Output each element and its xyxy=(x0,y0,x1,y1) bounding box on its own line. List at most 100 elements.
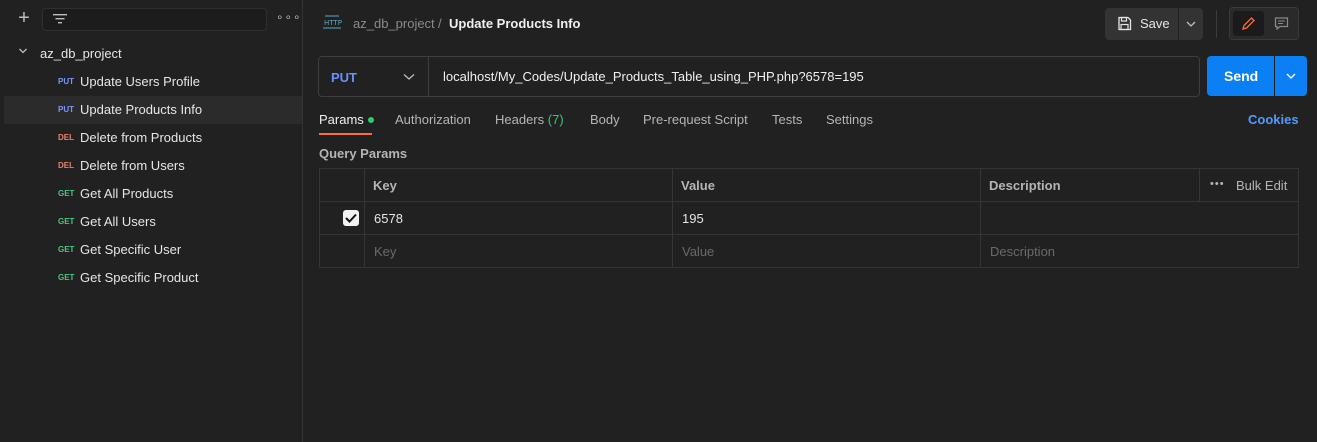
send-dropdown-button[interactable] xyxy=(1275,56,1307,96)
sidebar-request-label: Update Users Profile xyxy=(80,74,200,89)
table-header-row: Key Value Description ••• Bulk Edit xyxy=(320,169,1298,202)
comment-icon xyxy=(1274,17,1289,31)
save-icon xyxy=(1118,16,1132,31)
pencil-icon xyxy=(1242,17,1255,30)
header-description: Description xyxy=(981,169,1200,201)
breadcrumb-separator: / xyxy=(438,16,442,31)
more-options-icon[interactable]: ∘∘∘ xyxy=(276,10,302,24)
table-row-empty: Key Value Description xyxy=(320,235,1298,268)
method-badge: DEL xyxy=(58,161,74,170)
query-params-title: Query Params xyxy=(319,146,408,161)
header-key: Key xyxy=(365,169,673,201)
sidebar-request-label: Delete from Users xyxy=(80,158,185,173)
active-tab-underline xyxy=(319,133,372,135)
save-label: Save xyxy=(1140,16,1170,31)
tab-settings[interactable]: Settings xyxy=(826,112,873,127)
method-select[interactable]: PUT xyxy=(319,57,429,96)
bulk-edit-button[interactable]: Bulk Edit xyxy=(1236,178,1287,193)
new-value-cell[interactable]: Value xyxy=(673,235,981,267)
tab-authorization[interactable]: Authorization xyxy=(395,112,471,127)
page-title[interactable]: Update Products Info xyxy=(449,16,580,31)
description-placeholder[interactable]: Description xyxy=(990,244,1055,259)
save-dropdown-button[interactable] xyxy=(1179,8,1203,40)
header-description-label: Description xyxy=(989,178,1061,193)
sidebar-request-item[interactable]: DEL Delete from Users xyxy=(4,152,302,180)
tab-headers[interactable]: Headers (7) xyxy=(495,112,564,127)
breadcrumb-parent[interactable]: az_db_project xyxy=(353,16,435,31)
comments-mode-button[interactable] xyxy=(1266,11,1297,36)
tab-params[interactable]: Params xyxy=(319,112,374,127)
sidebar-request-item[interactable]: GET Get Specific Product xyxy=(4,264,302,292)
method-label: PUT xyxy=(331,70,357,85)
headers-count: (7) xyxy=(547,112,564,127)
more-options-icon[interactable]: ••• xyxy=(1210,178,1225,190)
query-params-table: Key Value Description ••• Bulk Edit 6578… xyxy=(319,168,1299,268)
header-key-label: Key xyxy=(373,178,397,193)
sidebar-request-item[interactable]: PUT Update Users Profile xyxy=(4,68,302,96)
param-value[interactable]: 195 xyxy=(682,211,704,226)
method-badge: GET xyxy=(58,273,75,282)
new-key-cell[interactable]: Key xyxy=(365,235,673,267)
sidebar-request-item[interactable]: PUT Update Products Info xyxy=(4,96,302,124)
http-icon: HTTP xyxy=(323,15,342,29)
method-badge: DEL xyxy=(58,133,74,142)
tab-pre-request-script[interactable]: Pre-request Script xyxy=(643,112,748,127)
check-icon xyxy=(345,213,357,223)
url-bar: PUT localhost/My_Codes/Update_Products_T… xyxy=(318,56,1200,97)
sidebar-request-label: Get All Products xyxy=(80,186,174,201)
method-badge: GET xyxy=(58,217,75,226)
collection-name: az_db_project xyxy=(40,46,122,61)
add-icon[interactable]: + xyxy=(16,8,32,28)
header-check-cell xyxy=(320,169,365,201)
edit-mode-button[interactable] xyxy=(1233,11,1264,36)
send-button[interactable]: Send xyxy=(1207,56,1274,96)
sidebar-request-label: Get All Users xyxy=(80,214,156,229)
sidebar-toolbar: + ∘∘∘ xyxy=(0,0,302,38)
chevron-down-icon xyxy=(1186,21,1196,27)
filter-icon[interactable] xyxy=(52,12,68,26)
sidebar-request-label: Get Specific User xyxy=(80,242,182,257)
header-value: Value xyxy=(673,169,981,201)
sidebar-request-label: Get Specific Product xyxy=(80,270,199,285)
method-badge: PUT xyxy=(58,105,74,114)
header-value-label: Value xyxy=(681,178,715,193)
params-indicator-dot xyxy=(367,117,374,123)
svg-text:HTTP: HTTP xyxy=(324,19,342,27)
collection-item[interactable]: az_db_project xyxy=(0,42,302,66)
sidebar-request-item[interactable]: GET Get Specific User xyxy=(4,236,302,264)
row-check-cell xyxy=(320,235,365,267)
param-key-cell[interactable]: 6578 xyxy=(365,202,673,234)
param-value-cell[interactable]: 195 xyxy=(673,202,981,234)
param-checkbox[interactable] xyxy=(343,210,359,226)
mode-toggle-group xyxy=(1229,7,1299,40)
method-badge: GET xyxy=(58,189,75,198)
sidebar-request-item[interactable]: GET Get All Products xyxy=(4,180,302,208)
method-badge: GET xyxy=(58,245,75,254)
chevron-down-icon xyxy=(403,74,415,80)
chevron-down-icon xyxy=(1286,73,1296,79)
url-input[interactable]: localhost/My_Codes/Update_Products_Table… xyxy=(443,69,864,84)
key-placeholder[interactable]: Key xyxy=(374,244,396,259)
tab-body[interactable]: Body xyxy=(590,112,620,127)
row-check-cell xyxy=(320,202,365,234)
method-badge: PUT xyxy=(58,77,74,86)
sidebar-request-item[interactable]: DEL Delete from Products xyxy=(4,124,302,152)
param-key[interactable]: 6578 xyxy=(374,211,403,226)
tab-headers-label: Headers xyxy=(495,112,545,127)
send-label: Send xyxy=(1224,68,1259,84)
table-row: 6578 195 xyxy=(320,202,1298,235)
sidebar-request-label: Delete from Products xyxy=(80,130,203,145)
tab-tests[interactable]: Tests xyxy=(772,112,802,127)
value-placeholder[interactable]: Value xyxy=(682,244,714,259)
cookies-link[interactable]: Cookies xyxy=(1248,112,1299,127)
sidebar-search-input[interactable] xyxy=(42,8,267,31)
chevron-down-icon[interactable] xyxy=(18,46,28,56)
new-description-cell[interactable]: Description xyxy=(981,235,1298,267)
save-button[interactable]: Save xyxy=(1105,8,1178,40)
param-description-cell[interactable] xyxy=(981,202,1298,234)
tab-params-label: Params xyxy=(319,112,364,127)
sidebar-request-label: Update Products Info xyxy=(80,102,203,117)
divider xyxy=(1216,10,1217,38)
sidebar-request-item[interactable]: GET Get All Users xyxy=(4,208,302,236)
sidebar: + ∘∘∘ az_db_project PUT Update Users Prof… xyxy=(0,0,303,442)
